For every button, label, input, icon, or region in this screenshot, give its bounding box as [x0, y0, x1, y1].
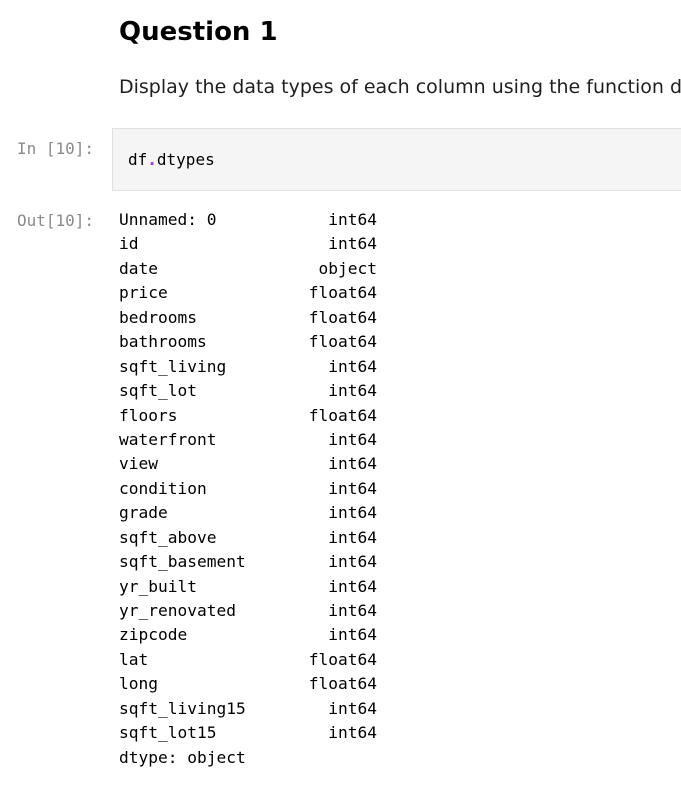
column-dtype: int64 [328, 576, 377, 596]
output-area: Unnamed: 0 int64 id int64 date object price flo… [119, 208, 377, 770]
column-dtype: int64 [328, 429, 377, 449]
column-dtype: int64 [328, 454, 377, 474]
dtype-row: bedrooms float64 [119, 306, 377, 330]
column-name: bedrooms [119, 307, 197, 327]
column-name: bathrooms [119, 332, 207, 352]
input-prompt: In [10]: [17, 139, 95, 158]
code-operator: . [147, 150, 157, 169]
dtype-row: sqft_living15 int64 [119, 697, 377, 721]
column-name: sqft_living [119, 356, 227, 376]
column-dtype: int64 [328, 381, 377, 401]
column-name: price [119, 283, 168, 303]
column-name: sqft_above [119, 527, 217, 547]
column-dtype: int64 [328, 356, 377, 376]
column-dtype: int64 [328, 601, 377, 620]
column-dtype: int64 [328, 625, 377, 645]
column-name: id [119, 234, 139, 254]
question-description: Display the data types of each column us… [119, 76, 681, 98]
column-name: date [119, 258, 158, 278]
dtype-row: floors float64 [119, 404, 377, 428]
column-dtype: float64 [308, 307, 377, 327]
column-dtype: float64 [308, 283, 377, 303]
column-dtype: int64 [328, 478, 377, 498]
column-name: view [119, 454, 158, 474]
column-dtype: float64 [308, 332, 377, 352]
code-input-area[interactable]: df.dtypes [112, 128, 681, 191]
markdown-cell[interactable]: Question 1 Display the data types of eac… [119, 12, 681, 98]
dtype-row: bathrooms float64 [119, 330, 377, 354]
column-dtype: float64 [308, 674, 377, 694]
column-name: waterfront [119, 429, 217, 449]
column-name: sqft_lot15 [119, 723, 217, 743]
dtype-row: id int64 [119, 232, 377, 256]
dtype-row: Unnamed: 0 int64 [119, 208, 377, 232]
column-name: sqft_basement [119, 552, 246, 572]
column-name: floors [119, 405, 178, 425]
dtype-row: condition int64 [119, 477, 377, 501]
dtype-footer: dtype: object [119, 747, 246, 767]
column-name: long [119, 674, 158, 694]
column-name: sqft_lot [119, 381, 197, 401]
dtype-row: sqft_above int64 [119, 526, 377, 550]
dtype-row: zipcode int64 [119, 623, 377, 647]
dtype-row: sqft_basement int64 [119, 550, 377, 574]
dtype-row: sqft_living int64 [119, 355, 377, 379]
output-prompt: Out[10]: [17, 211, 95, 230]
dtype-row: grade int64 [119, 501, 377, 525]
code-attribute: dtypes [156, 150, 215, 169]
column-dtype: float64 [308, 405, 377, 425]
dtype-row: view int64 [119, 452, 377, 476]
dtype-row: yr_built int64 [119, 575, 377, 599]
column-dtype: int64 [328, 210, 377, 229]
dtype-row: sqft_lot int64 [119, 379, 377, 403]
dtype-row: sqft_lot15 int64 [119, 721, 377, 745]
column-name: yr_built [119, 576, 197, 596]
column-dtype: int64 [328, 698, 377, 718]
code-variable: df [128, 150, 148, 169]
column-dtype: float64 [308, 649, 377, 669]
column-name: lat [119, 649, 149, 669]
code-line: df.dtypes [128, 150, 215, 170]
dtype-row: date object [119, 257, 377, 281]
column-name: yr_renovated [119, 601, 236, 620]
column-name: condition [119, 478, 207, 498]
column-dtype: int64 [328, 234, 377, 254]
dtype-list: Unnamed: 0 int64 id int64 date object price flo… [119, 208, 377, 746]
question-heading: Question 1 [119, 17, 278, 47]
dtype-row: price float64 [119, 281, 377, 305]
column-name: zipcode [119, 625, 188, 645]
dtype-row: waterfront int64 [119, 428, 377, 452]
dtype-row: long float64 [119, 672, 377, 696]
column-name: Unnamed: 0 [119, 210, 217, 229]
column-dtype: int64 [328, 503, 377, 523]
column-dtype: int64 [328, 723, 377, 743]
dtype-row: lat float64 [119, 648, 377, 672]
column-name: sqft_living15 [119, 698, 246, 718]
column-dtype: int64 [328, 527, 377, 547]
column-name: grade [119, 503, 168, 523]
dtype-row: yr_renovated int64 [119, 599, 377, 623]
column-dtype: int64 [328, 552, 377, 572]
column-dtype: object [318, 258, 377, 278]
